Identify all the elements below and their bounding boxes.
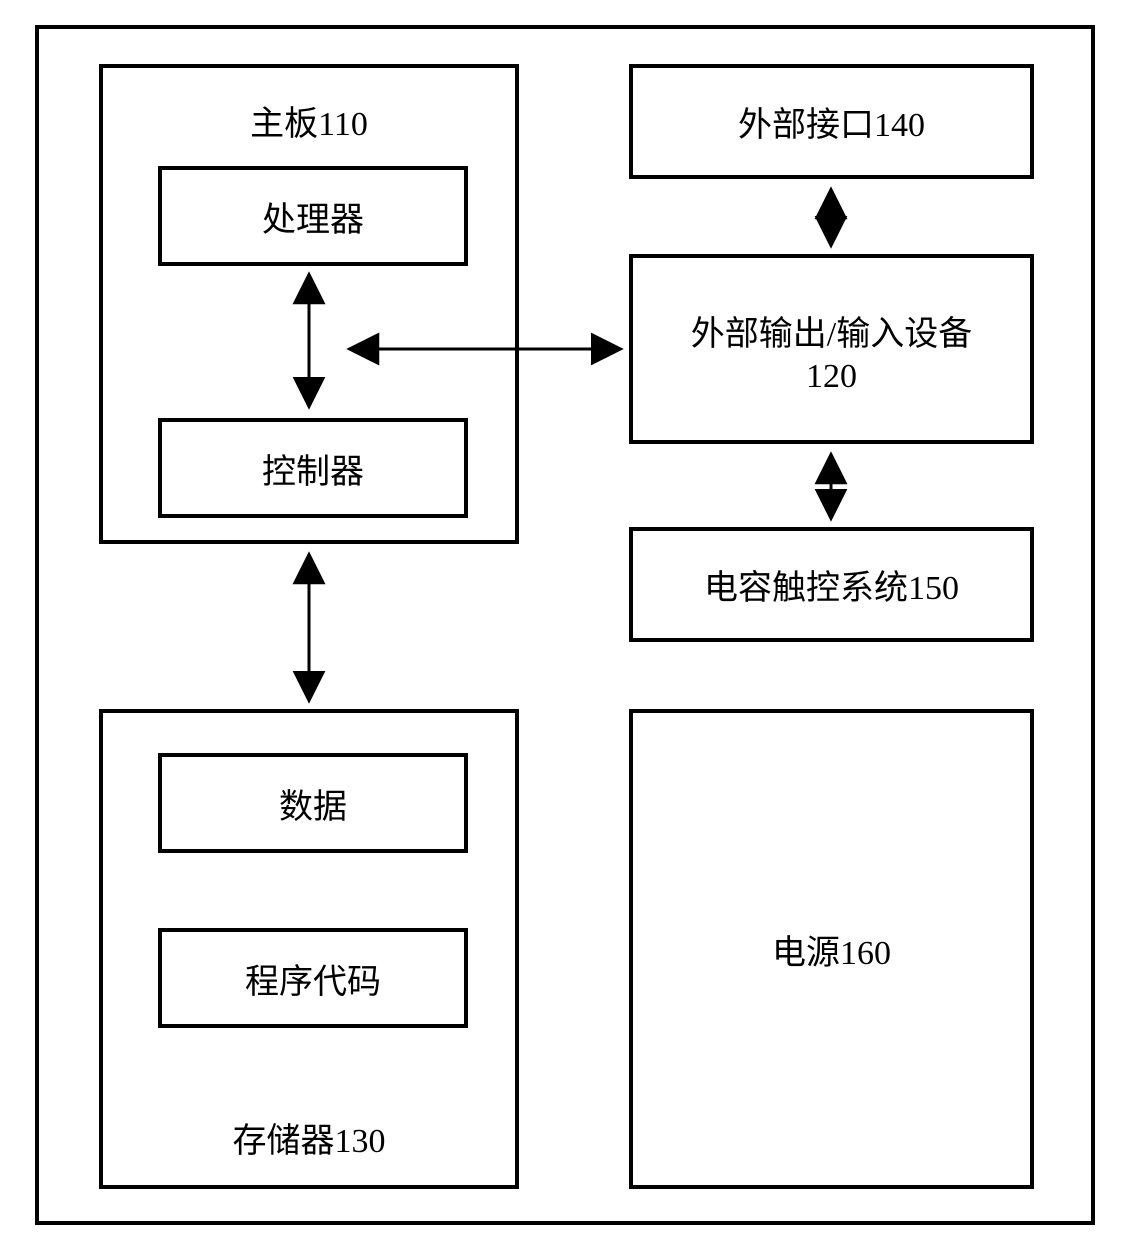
controller-block: 控制器 [158,418,468,518]
memory-label: 存储器130 [103,1113,515,1162]
power-block: 电源160 [629,709,1034,1189]
program-code-block: 程序代码 [158,928,468,1028]
io-device-block: 外部输出/输入设备 120 [629,254,1034,444]
ext-interface-block: 外部接口140 [629,64,1034,179]
touch-system-label: 电容触控系统150 [704,560,959,609]
io-device-label-line1: 外部输出/输入设备 [633,306,1030,355]
processor-label: 处理器 [262,192,364,241]
motherboard-label: 主板110 [103,96,515,145]
touch-system-block: 电容触控系统150 [629,527,1034,642]
power-label: 电源160 [772,925,891,974]
io-device-label-line2: 120 [633,358,1030,396]
program-code-label: 程序代码 [245,954,381,1003]
processor-block: 处理器 [158,166,468,266]
outer-frame: 主板110 处理器 控制器 外部接口140 外部输出/输入设备 120 电容触控… [35,25,1095,1225]
memory-block: 数据 程序代码 存储器130 [99,709,519,1189]
controller-label: 控制器 [262,444,364,493]
ext-interface-label: 外部接口140 [738,97,925,146]
data-block: 数据 [158,753,468,853]
motherboard-block: 主板110 处理器 控制器 [99,64,519,544]
diagram-stage: 主板110 处理器 控制器 外部接口140 外部输出/输入设备 120 电容触控… [0,0,1134,1255]
data-label: 数据 [279,779,347,828]
